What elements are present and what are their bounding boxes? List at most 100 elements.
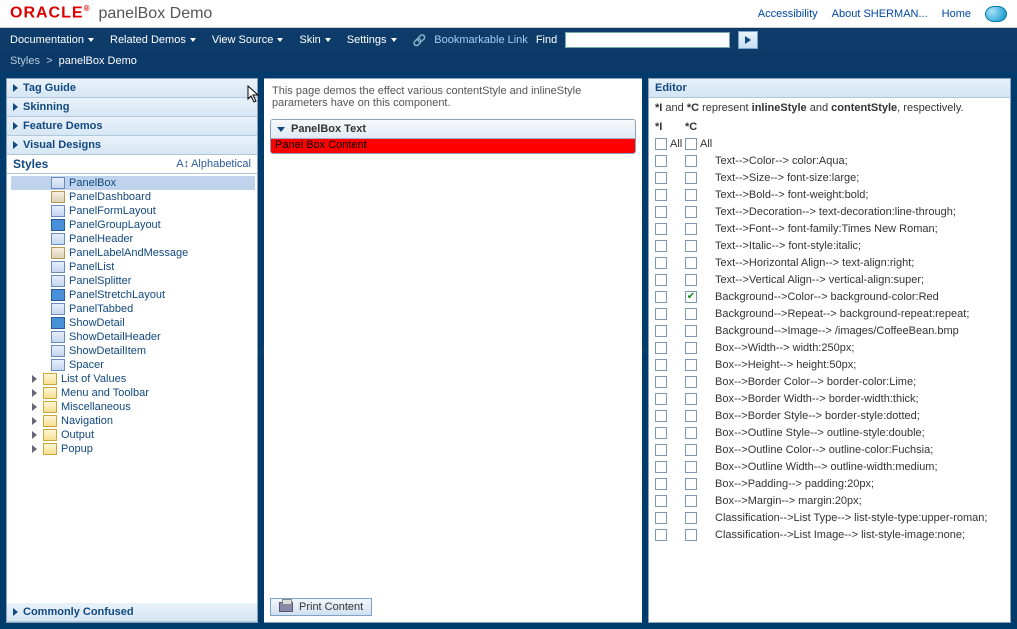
- tree-item-showdetailitem[interactable]: ShowDetailItem: [11, 344, 255, 358]
- checkbox-i-17[interactable]: [655, 444, 667, 456]
- checkbox-i-0[interactable]: [655, 155, 667, 167]
- menu-skin[interactable]: Skin: [299, 34, 330, 46]
- checkbox-c-6[interactable]: [685, 257, 697, 269]
- breadcrumb-root[interactable]: Styles: [10, 55, 40, 67]
- checkbox-c-7[interactable]: [685, 274, 697, 286]
- checkbox-c-3[interactable]: [685, 206, 697, 218]
- sort-alphabetical[interactable]: A↕ Alphabetical: [176, 158, 251, 170]
- find-go-button[interactable]: [738, 31, 758, 49]
- tree-category-output[interactable]: Output: [11, 428, 255, 442]
- tree-item-paneltabbed[interactable]: PanelTabbed: [11, 302, 255, 316]
- chevron-down-icon: [190, 38, 196, 42]
- tree-item-panelformlayout[interactable]: PanelFormLayout: [11, 204, 255, 218]
- checkbox-i-12[interactable]: [655, 359, 667, 371]
- checkbox-c-20[interactable]: [685, 495, 697, 507]
- option-row: Text-->Color--> color:Aqua;: [655, 152, 1004, 169]
- checkbox-c-18[interactable]: [685, 461, 697, 473]
- tree-category-popup[interactable]: Popup: [11, 442, 255, 456]
- print-content-button[interactable]: Print Content: [270, 598, 372, 616]
- checkbox-i-5[interactable]: [655, 240, 667, 252]
- nav-feature-demos[interactable]: Feature Demos: [7, 117, 257, 136]
- checkbox-c-13[interactable]: [685, 376, 697, 388]
- home-orb-icon[interactable]: [985, 6, 1007, 22]
- tree-item-spacer[interactable]: Spacer: [11, 358, 255, 372]
- checkbox-i-19[interactable]: [655, 478, 667, 490]
- component-icon: [51, 233, 65, 245]
- checkbox-c-19[interactable]: [685, 478, 697, 490]
- checkbox-all-c[interactable]: [685, 138, 697, 150]
- checkbox-i-3[interactable]: [655, 206, 667, 218]
- tree-category-menu-and-toolbar[interactable]: Menu and Toolbar: [11, 386, 255, 400]
- checkbox-i-21[interactable]: [655, 512, 667, 524]
- tree-item-panelheader[interactable]: PanelHeader: [11, 232, 255, 246]
- checkbox-i-13[interactable]: [655, 376, 667, 388]
- link-accessibility[interactable]: Accessibility: [758, 8, 818, 20]
- checkbox-c-8[interactable]: [685, 291, 697, 303]
- option-label: Background-->Color--> background-color:R…: [715, 291, 939, 303]
- checkbox-c-0[interactable]: [685, 155, 697, 167]
- checkbox-i-2[interactable]: [655, 189, 667, 201]
- component-tree[interactable]: PanelBoxPanelDashboardPanelFormLayoutPan…: [7, 174, 257, 603]
- tree-category-miscellaneous[interactable]: Miscellaneous: [11, 400, 255, 414]
- nav-commonly-confused[interactable]: Commonly Confused: [7, 603, 257, 622]
- menu-settings[interactable]: Settings: [347, 34, 397, 46]
- nav-visual-designs[interactable]: Visual Designs: [7, 136, 257, 155]
- checkbox-i-9[interactable]: [655, 308, 667, 320]
- panelbox-header[interactable]: PanelBox Text: [271, 120, 635, 139]
- checkbox-i-15[interactable]: [655, 410, 667, 422]
- tree-item-panelstretchlayout[interactable]: PanelStretchLayout: [11, 288, 255, 302]
- option-row: Text-->Vertical Align--> vertical-align:…: [655, 271, 1004, 288]
- checkbox-i-20[interactable]: [655, 495, 667, 507]
- checkbox-i-8[interactable]: [655, 291, 667, 303]
- checkbox-c-4[interactable]: [685, 223, 697, 235]
- find-input[interactable]: [565, 32, 730, 48]
- checkbox-i-18[interactable]: [655, 461, 667, 473]
- tree-item-panellabelandmessage[interactable]: PanelLabelAndMessage: [11, 246, 255, 260]
- nav-tag-guide[interactable]: Tag Guide: [7, 79, 257, 98]
- checkbox-c-2[interactable]: [685, 189, 697, 201]
- checkbox-i-7[interactable]: [655, 274, 667, 286]
- checkbox-c-11[interactable]: [685, 342, 697, 354]
- menu-view-source[interactable]: View Source: [212, 34, 284, 46]
- checkbox-c-5[interactable]: [685, 240, 697, 252]
- nav-skinning[interactable]: Skinning: [7, 98, 257, 117]
- checkbox-i-14[interactable]: [655, 393, 667, 405]
- checkbox-i-16[interactable]: [655, 427, 667, 439]
- option-row: Box-->Margin--> margin:20px;: [655, 492, 1004, 509]
- checkbox-i-1[interactable]: [655, 172, 667, 184]
- checkbox-c-16[interactable]: [685, 427, 697, 439]
- tree-item-panellist[interactable]: PanelList: [11, 260, 255, 274]
- checkbox-c-12[interactable]: [685, 359, 697, 371]
- link-home[interactable]: Home: [942, 8, 971, 20]
- menu-related-demos[interactable]: Related Demos: [110, 34, 196, 46]
- checkbox-i-4[interactable]: [655, 223, 667, 235]
- checkbox-all-i[interactable]: [655, 138, 667, 150]
- tree-item-panelsplitter[interactable]: PanelSplitter: [11, 274, 255, 288]
- checkbox-i-6[interactable]: [655, 257, 667, 269]
- option-label: Text-->Color--> color:Aqua;: [715, 155, 848, 167]
- tree-item-panelbox[interactable]: PanelBox: [11, 176, 255, 190]
- checkbox-i-22[interactable]: [655, 529, 667, 541]
- editor-options-scroll[interactable]: *I*CAllAllText-->Color--> color:Aqua;Tex…: [655, 118, 1004, 570]
- expand-icon: [29, 389, 39, 397]
- tree-category-list-of-values[interactable]: List of Values: [11, 372, 255, 386]
- checkbox-c-15[interactable]: [685, 410, 697, 422]
- checkbox-c-17[interactable]: [685, 444, 697, 456]
- checkbox-c-1[interactable]: [685, 172, 697, 184]
- bookmarkable-link[interactable]: Bookmarkable Link: [434, 34, 528, 46]
- option-label: Background-->Image--> /images/CoffeeBean…: [715, 325, 959, 337]
- checkbox-c-22[interactable]: [685, 529, 697, 541]
- tree-item-panelgrouplayout[interactable]: PanelGroupLayout: [11, 218, 255, 232]
- checkbox-i-10[interactable]: [655, 325, 667, 337]
- checkbox-c-10[interactable]: [685, 325, 697, 337]
- checkbox-i-11[interactable]: [655, 342, 667, 354]
- checkbox-c-9[interactable]: [685, 308, 697, 320]
- menu-documentation[interactable]: Documentation: [10, 34, 94, 46]
- tree-category-navigation[interactable]: Navigation: [11, 414, 255, 428]
- checkbox-c-14[interactable]: [685, 393, 697, 405]
- tree-item-paneldashboard[interactable]: PanelDashboard: [11, 190, 255, 204]
- tree-item-showdetailheader[interactable]: ShowDetailHeader: [11, 330, 255, 344]
- link-about[interactable]: About SHERMAN...: [832, 8, 928, 20]
- tree-item-showdetail[interactable]: ShowDetail: [11, 316, 255, 330]
- checkbox-c-21[interactable]: [685, 512, 697, 524]
